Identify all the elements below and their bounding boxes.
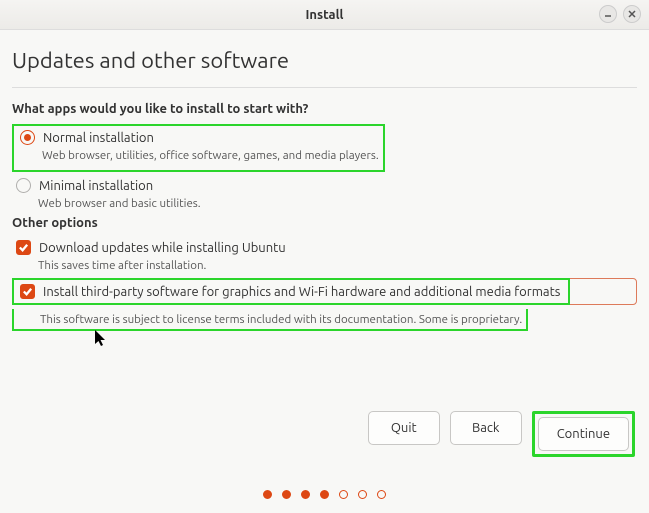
dot: [301, 490, 310, 499]
checkbox-icon: [20, 284, 35, 299]
minimize-button[interactable]: [599, 5, 617, 23]
dot: [263, 490, 272, 499]
window-title: Install: [306, 8, 344, 22]
dot: [320, 490, 329, 499]
third-party-checkbox[interactable]: Install third-party software for graphic…: [16, 282, 564, 301]
cursor-icon: [95, 330, 109, 348]
quit-button[interactable]: Quit: [368, 411, 440, 445]
close-button[interactable]: [623, 5, 641, 23]
dot: [339, 490, 348, 499]
minimal-install-label: Minimal installation: [39, 179, 153, 193]
normal-install-radio[interactable]: Normal installation: [16, 128, 379, 147]
download-updates-desc: This saves time after installation.: [38, 259, 637, 272]
normal-install-label: Normal installation: [43, 131, 154, 145]
divider: [12, 87, 637, 88]
progress-dots: [0, 490, 649, 499]
download-updates-label: Download updates while installing Ubuntu: [39, 241, 286, 255]
minimal-install-desc: Web browser and basic utilities.: [38, 197, 637, 210]
other-section-label: Other options: [12, 216, 637, 230]
dot: [377, 490, 386, 499]
dot: [282, 490, 291, 499]
titlebar: Install: [0, 0, 649, 30]
third-party-desc: This software is subject to license term…: [40, 313, 522, 326]
radio-icon: [20, 130, 35, 145]
radio-icon: [16, 178, 31, 193]
page-title: Updates and other software: [12, 48, 637, 73]
normal-install-desc: Web browser, utilities, office software,…: [42, 149, 379, 162]
continue-button[interactable]: Continue: [538, 417, 629, 451]
apps-section-label: What apps would you like to install to s…: [12, 102, 637, 116]
dot: [358, 490, 367, 499]
third-party-label: Install third-party software for graphic…: [43, 285, 560, 299]
checkbox-icon: [16, 240, 31, 255]
minimal-install-radio[interactable]: Minimal installation: [12, 176, 637, 195]
download-updates-checkbox[interactable]: Download updates while installing Ubuntu: [12, 238, 637, 257]
back-button[interactable]: Back: [450, 411, 522, 445]
